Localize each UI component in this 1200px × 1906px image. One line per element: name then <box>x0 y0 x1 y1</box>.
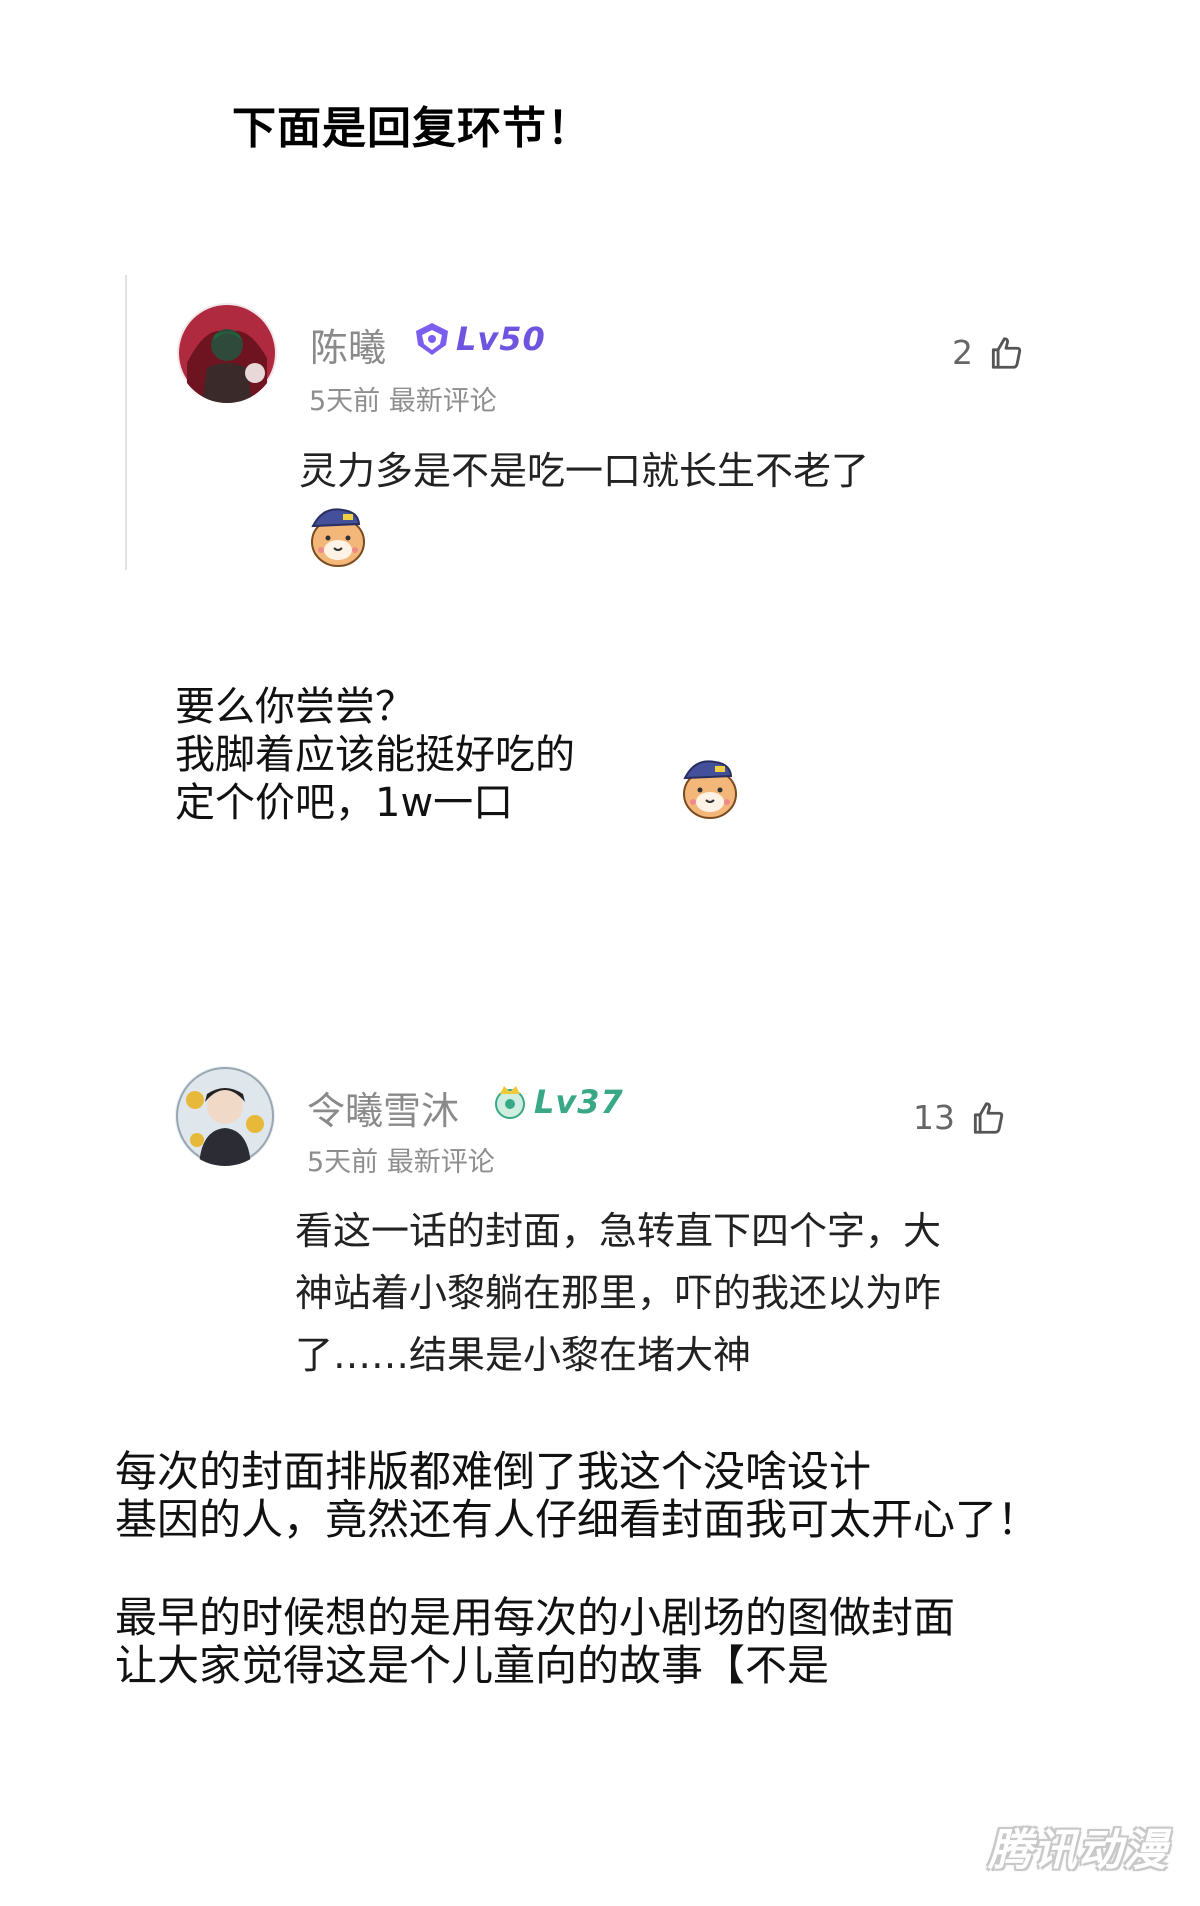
username[interactable]: 陈曦 <box>310 317 386 372</box>
page-heading: 下面是回复环节！ <box>232 103 592 154</box>
comment-meta: 5天前 最新评论 <box>309 379 497 418</box>
comment-tag: 最新评论 <box>386 1147 495 1178</box>
dog-sticker-icon <box>303 500 373 574</box>
level-crown-icon <box>495 1086 525 1119</box>
thumbs-up-icon <box>973 1101 1004 1134</box>
username[interactable]: 令曦雪沐 <box>307 1080 459 1135</box>
comment-time: 5天前 <box>307 1147 379 1178</box>
level-label: Lv37 <box>534 1083 624 1121</box>
comment-line: 了……结果是小黎在堵大神 <box>295 1333 752 1377</box>
comment-line: 看这一话的封面，急转直下四个字，大 <box>295 1209 942 1253</box>
level-label: Lv50 <box>456 320 546 358</box>
level-badge: Lv37 <box>490 1082 624 1122</box>
comment-card: 令曦雪沐 Lv37 5天前 最新评论 13 看这一话的封面，急转直下四个字，大 … <box>0 1050 1200 1380</box>
level-badge: Lv50 <box>412 319 546 359</box>
avatar[interactable] <box>175 1066 275 1166</box>
level-shield-icon <box>416 323 448 355</box>
reply-line: 让大家觉得这是个儿童向的故事【不是 <box>115 1641 830 1690</box>
avatar[interactable] <box>177 303 277 403</box>
like-button[interactable]: 13 <box>913 1098 1007 1137</box>
like-button[interactable]: 2 <box>952 333 1025 372</box>
author-reply: 要么你尝尝？ 我脚着应该能挺好吃的 定个价吧，1w一口 <box>175 683 575 827</box>
comment-card: 陈曦 Lv50 5天前 最新评论 2 灵力多是不是吃一口就长生不老了 <box>125 275 1200 570</box>
reply-line: 我脚着应该能挺好吃的 <box>175 732 575 778</box>
comment-text: 灵力多是不是吃一口就长生不老了 <box>299 449 870 493</box>
comment-meta: 5天前 最新评论 <box>307 1140 495 1179</box>
watermark-logo: 腾讯动漫 <box>988 1825 1168 1876</box>
comment-time: 5天前 <box>309 386 381 417</box>
author-reply: 每次的封面排版都难倒了我这个没啥设计 基因的人，竟然还有人仔细看封面我可太开心了… <box>115 1448 1039 1690</box>
reply-line: 基因的人，竟然还有人仔细看封面我可太开心了！ <box>115 1495 1040 1544</box>
thumbs-up-icon <box>991 336 1022 369</box>
reply-line: 要么你尝尝？ <box>175 684 415 730</box>
like-count: 2 <box>952 333 973 372</box>
like-count: 13 <box>913 1098 955 1137</box>
comment-line: 神站着小黎躺在那里，吓的我还以为咋 <box>295 1271 942 1315</box>
comment-text: 看这一话的封面，急转直下四个字，大 神站着小黎躺在那里，吓的我还以为咋 了……结… <box>295 1200 1015 1386</box>
reply-line: 定个价吧，1w一口 <box>175 780 514 826</box>
comment-tag: 最新评论 <box>388 386 497 417</box>
dog-sticker-icon <box>675 752 745 826</box>
reply-line: 最早的时候想的是用每次的小剧场的图做封面 <box>115 1593 956 1642</box>
reply-line: 每次的封面排版都难倒了我这个没啥设计 <box>115 1447 872 1496</box>
